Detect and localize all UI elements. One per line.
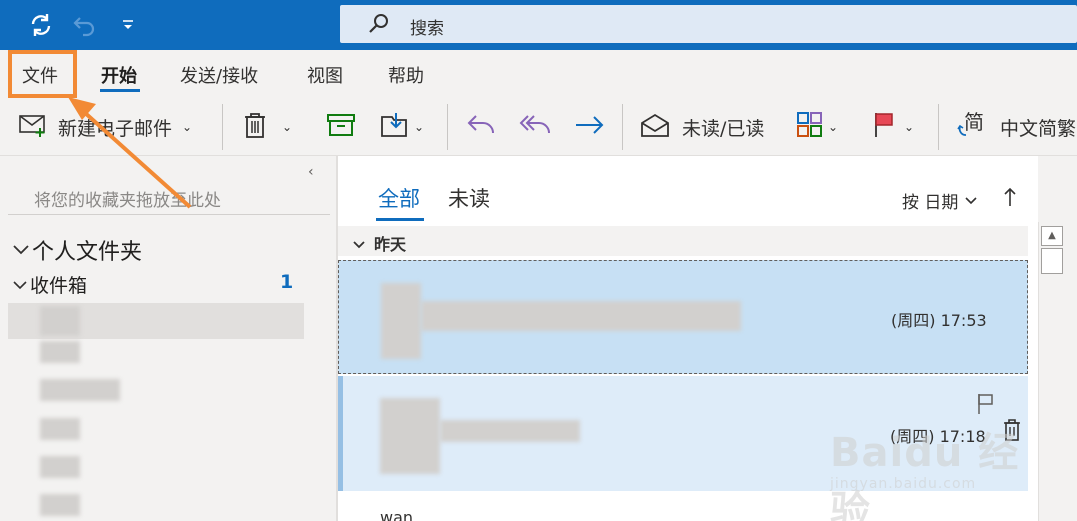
flag-icon (872, 111, 896, 144)
forward-button[interactable] (574, 112, 606, 142)
simplified-traditional-icon: 简 (956, 109, 990, 145)
tab-send-receive[interactable]: 发送/接收 (180, 62, 258, 88)
sort-direction-icon[interactable] (1002, 186, 1018, 213)
scroll-thumb[interactable] (1041, 248, 1063, 274)
message-time: (周四) 17:53 (891, 311, 987, 330)
unread-read-button[interactable]: 未读/已读 (640, 112, 764, 142)
blurred-sender (380, 398, 440, 474)
flag-outline-icon[interactable] (976, 392, 996, 420)
scroll-up-arrow-icon[interactable]: ▲ (1041, 226, 1063, 246)
chevron-down-icon (12, 274, 28, 296)
blurred-folder-name (40, 418, 80, 440)
sort-label: 按 日期 (902, 193, 959, 213)
collapse-pane-icon[interactable]: ‹ (308, 164, 314, 180)
search-placeholder: 搜索 (410, 19, 444, 39)
ribbon-separator (938, 104, 939, 150)
personal-folders-header[interactable]: 个人文件夹 (12, 234, 142, 266)
svg-text:简: 简 (964, 110, 984, 134)
chinese-conversion-label: 中文简繁 (1000, 117, 1077, 140)
favorites-drop-hint: 将您的收藏夹拖放至此处 (34, 191, 221, 211)
sort-by-dropdown[interactable]: 按 日期 (902, 188, 978, 213)
reply-all-button[interactable] (518, 112, 552, 142)
baidu-watermark: Baidu 经验 jingyan.baidu.com (830, 420, 1060, 521)
trash-icon (242, 111, 268, 144)
ribbon-separator (222, 104, 223, 150)
archive-icon (326, 112, 356, 143)
blurred-folder-name (40, 341, 80, 363)
archive-button[interactable] (326, 112, 356, 142)
chinese-conversion-button[interactable]: 简 中文简繁 (956, 109, 1077, 145)
tab-home[interactable]: 开始 (101, 62, 137, 88)
delete-button[interactable]: ⌄ (242, 112, 292, 142)
categorize-button[interactable]: ⌄ (796, 111, 838, 144)
tab-help[interactable]: 帮助 (388, 62, 424, 88)
customize-dropdown-icon[interactable] (113, 10, 143, 40)
move-button[interactable]: ⌄ (380, 112, 424, 142)
menu-tabs: 文件 开始 发送/接收 视图 帮助 (0, 50, 1077, 98)
favorites-divider (8, 214, 330, 215)
ribbon-separator (447, 104, 448, 150)
chevron-down-icon[interactable]: ⌄ (904, 120, 914, 134)
blurred-folder-name (40, 456, 80, 478)
flag-button[interactable]: ⌄ (872, 112, 914, 142)
envelope-open-icon (640, 112, 670, 143)
unread-indicator-bar (338, 376, 343, 491)
tab-view[interactable]: 视图 (307, 62, 343, 88)
title-bar: 搜索 (0, 0, 1077, 50)
unread-read-label: 未读/已读 (682, 117, 765, 140)
chevron-down-icon (964, 191, 978, 211)
search-box[interactable]: 搜索 (340, 5, 1077, 43)
group-header-label: 昨天 (352, 231, 406, 255)
ribbon-separator (622, 104, 623, 150)
categorize-icon (796, 111, 824, 144)
watermark-text: Baidu 经验 (830, 430, 1020, 521)
chevron-down-icon[interactable]: ⌄ (182, 120, 192, 134)
sync-icon[interactable] (26, 10, 56, 40)
blurred-folder-name (40, 379, 120, 401)
active-filter-underline (376, 218, 424, 221)
reply-button[interactable] (466, 112, 498, 142)
blurred-sender (381, 283, 421, 359)
personal-folders-label: 个人文件夹 (32, 240, 143, 265)
unread-count-badge: 1 (280, 271, 294, 293)
blurred-subject (440, 420, 580, 442)
filter-tab-unread[interactable]: 未读 (448, 183, 490, 213)
folder-pane: ‹ 将您的收藏夹拖放至此处 个人文件夹 收件箱 1 (0, 156, 336, 521)
search-icon (368, 13, 390, 39)
chevron-down-icon[interactable]: ⌄ (828, 120, 838, 134)
reply-icon (466, 112, 498, 143)
chevron-down-icon (12, 238, 30, 263)
inbox-label: 收件箱 (30, 275, 88, 297)
reply-all-icon (518, 112, 552, 143)
new-mail-button[interactable]: 新建电子邮件 ⌄ (18, 112, 192, 142)
move-to-folder-icon (380, 111, 410, 144)
filter-tab-all[interactable]: 全部 (378, 183, 420, 213)
file-tab-highlight-box (8, 50, 77, 98)
group-header-yesterday[interactable]: 昨天 (338, 226, 1028, 256)
chevron-down-icon[interactable]: ⌄ (414, 120, 424, 134)
new-mail-icon (18, 112, 48, 143)
partial-message-sender: wan (380, 508, 414, 521)
forward-icon (574, 112, 606, 143)
sidebar-item-inbox[interactable]: 收件箱 (12, 271, 87, 298)
blurred-subject (421, 301, 741, 331)
active-tab-underline (100, 89, 140, 92)
undo-icon[interactable] (70, 10, 100, 40)
chevron-down-icon[interactable]: ⌄ (282, 120, 292, 134)
ribbon-toolbar: 新建电子邮件 ⌄ ⌄ ⌄ 未读/已读 ⌄ ⌄ 简 中文简繁 (0, 98, 1077, 156)
watermark-url: jingyan.baidu.com (830, 476, 977, 492)
new-mail-label: 新建电子邮件 (58, 117, 173, 140)
blurred-folder-name (40, 306, 80, 336)
message-item[interactable]: (周四) 17:53 (338, 260, 1028, 374)
blurred-folder-name (40, 494, 80, 516)
